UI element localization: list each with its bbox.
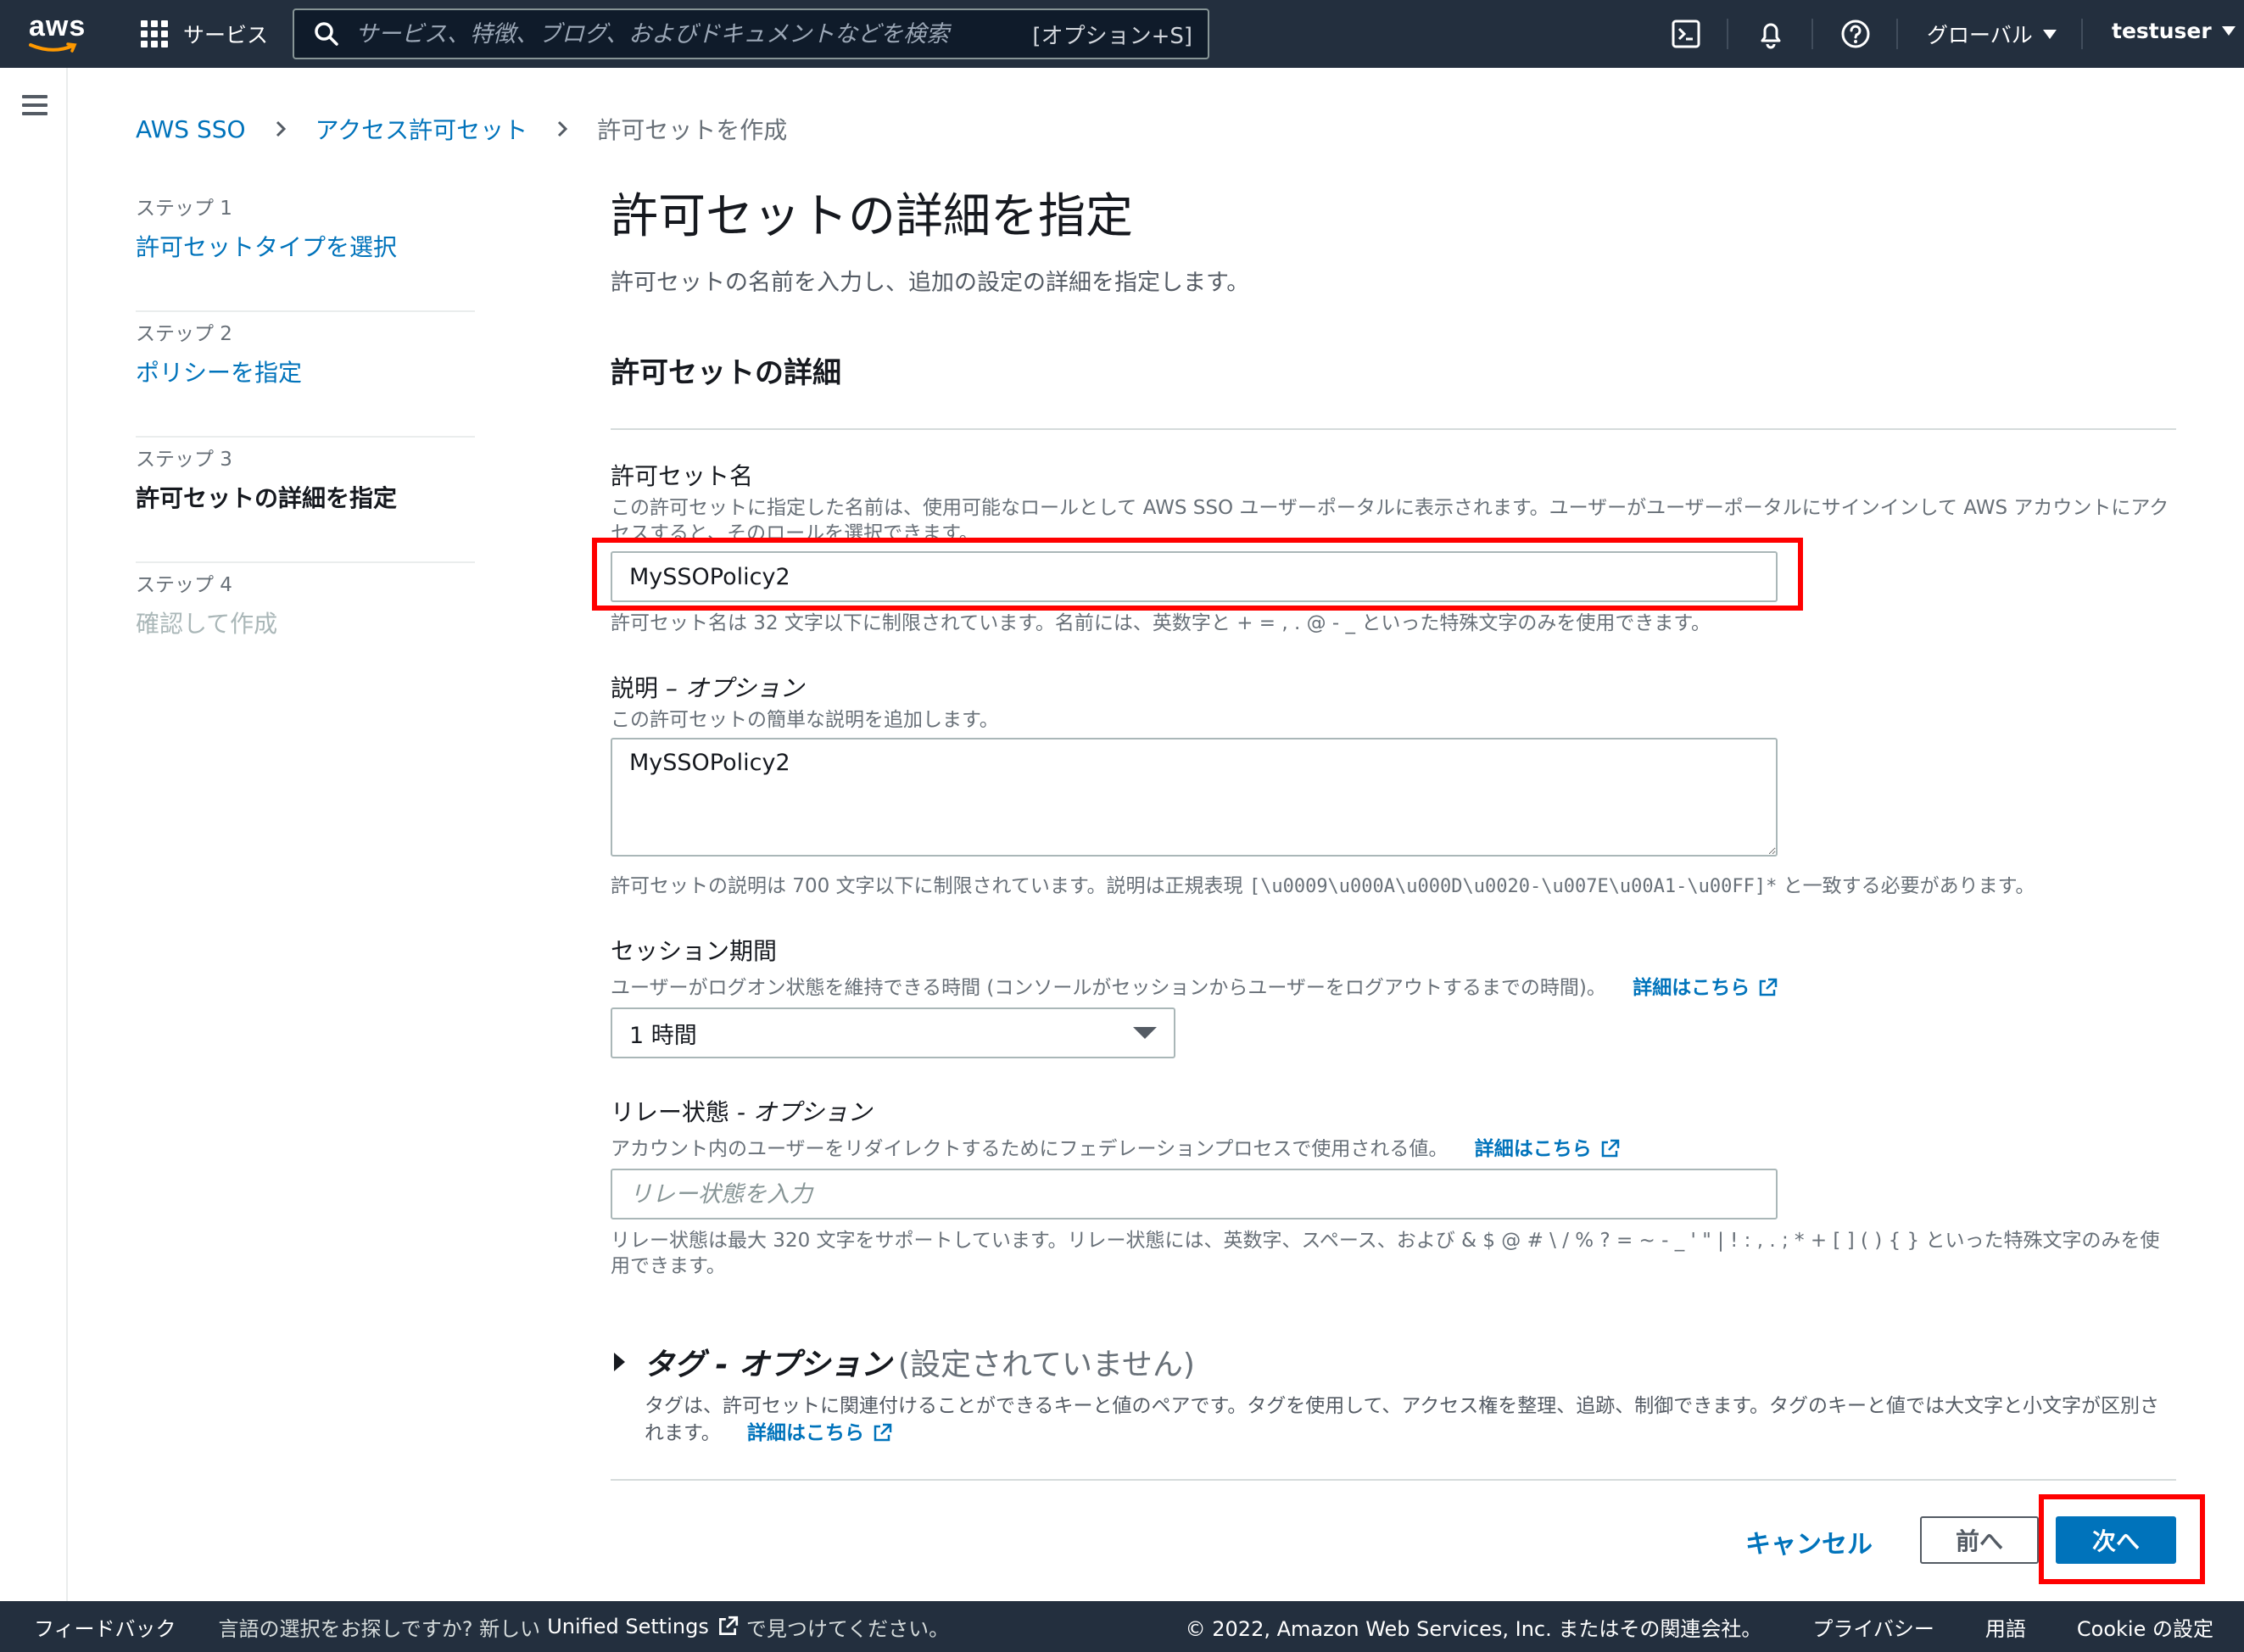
session-duration-select[interactable]: 1 時間	[611, 1007, 1175, 1058]
services-menu-button[interactable]: サービス	[141, 19, 268, 49]
name-constraint-text: 許可セット名は 32 文字以下に制限されています。名前には、英数字と + = ,…	[611, 612, 1711, 634]
wizard-step-2: ステップ 2 ポリシーを指定	[136, 317, 475, 438]
cloudshell-icon[interactable]	[1669, 17, 1703, 51]
privacy-link[interactable]: プライバシー	[1812, 1612, 1934, 1642]
hamburger-menu-icon[interactable]	[22, 95, 47, 115]
breadcrumb-current: 許可セットを作成	[597, 116, 788, 144]
tags-expand-toggle[interactable]: タグ - オプション (設定されていません)	[611, 1340, 2176, 1384]
field-description: この許可セットの簡単な説明を追加します。	[611, 709, 999, 731]
section-title: 許可セットの詳細	[611, 356, 841, 390]
field-label: 説明 – オプション	[611, 674, 804, 702]
page-title: 許可セットの詳細を指定	[611, 189, 1133, 244]
footer-links: © 2022, Amazon Web Services, Inc. またはその関…	[1186, 1612, 2213, 1642]
region-label: グローバル	[1927, 23, 2033, 47]
search-box[interactable]: [オプション+S]	[293, 8, 1209, 59]
field-label: セッション期間	[611, 937, 778, 965]
tags-title: タグ - オプション	[644, 1348, 892, 1382]
cancel-button[interactable]: キャンセル	[1745, 1523, 1873, 1560]
page-description: 許可セットの名前を入力し、追加の設定の詳細を指定します。	[611, 270, 1250, 296]
terms-link[interactable]: 用語	[1985, 1612, 2026, 1642]
relay-state-input[interactable]	[611, 1169, 1778, 1219]
previous-button[interactable]: 前へ	[1920, 1516, 2039, 1564]
footer: フィードバック 言語の選択をお探しですか? 新しい Unified Settin…	[0, 1601, 2244, 1652]
form-divider	[611, 1479, 2176, 1481]
unified-settings-link[interactable]: Unified Settings	[547, 1615, 709, 1638]
search-shortcut-hint: [オプション+S]	[1032, 23, 1192, 49]
learn-more-link[interactable]: 詳細はこちら	[1475, 1136, 1621, 1162]
user-label: testuser	[2112, 19, 2212, 43]
aws-logo[interactable]: aws	[29, 10, 87, 54]
tags-section: タグ - オプション (設定されていません) タグは、許可セットに関連付けること…	[611, 1340, 2176, 1447]
caret-down-icon	[2221, 26, 2236, 36]
step-current-specify-details: 許可セットの詳細を指定	[136, 484, 398, 512]
bell-icon[interactable]	[1754, 17, 1788, 51]
caret-down-icon	[1133, 1027, 1157, 1039]
aws-smile-icon	[29, 42, 77, 53]
description-constraint-text: 許可セットの説明は 700 文字以下に制限されています。説明は正規表現 [\u0…	[611, 875, 2035, 897]
wizard-step-3: ステップ 3 許可セットの詳細を指定	[136, 443, 475, 563]
relay-state-field: リレー状態 - オプション アカウント内のユーザーをリダイレクトするためにフェデ…	[611, 1094, 2176, 1162]
step-link-select-type[interactable]: 許可セットタイプを選択	[136, 229, 475, 263]
search-icon	[315, 22, 338, 46]
section-divider	[611, 428, 2176, 430]
breadcrumb-aws-sso[interactable]: AWS SSO	[136, 115, 246, 143]
relay-constraint-text: リレー状態は最大 320 文字をサポートしています。リレー状態には、英数字、スペ…	[611, 1230, 2160, 1277]
side-rail	[0, 68, 68, 1601]
main-content: 許可セットの詳細を指定 許可セットの名前を入力し、追加の設定の詳細を指定します。…	[611, 178, 2176, 430]
nav-separator	[1727, 19, 1728, 49]
help-icon[interactable]	[1839, 17, 1873, 51]
caret-right-icon	[614, 1353, 625, 1371]
step-number: ステップ 2	[136, 323, 232, 345]
nav-separator	[1811, 19, 1813, 49]
red-highlight-box	[2039, 1494, 2205, 1584]
description-textarea[interactable]: MySSOPolicy2	[611, 738, 1778, 857]
language-hint: 言語の選択をお探しですか? 新しい Unified Settings で見つけて…	[218, 1615, 950, 1641]
session-duration-field: セッション期間 ユーザーがログオン状態を維持できる時間 (コンソールがセッション…	[611, 933, 2176, 1001]
aws-logo-text: aws	[29, 10, 87, 42]
external-link-icon	[1759, 978, 1778, 996]
user-menu[interactable]: testuser	[2112, 19, 2236, 43]
step-number: ステップ 3	[136, 449, 232, 471]
nav-separator	[2081, 19, 2083, 49]
wizard-step-4: ステップ 4 確認して作成	[136, 568, 475, 689]
grid-icon	[141, 20, 168, 47]
red-highlight-box	[592, 538, 1803, 611]
description-field: 説明 – オプション この許可セットの簡単な説明を追加します。	[611, 670, 2176, 733]
learn-more-link[interactable]: 詳細はこちら	[747, 1420, 893, 1447]
copyright-text: © 2022, Amazon Web Services, Inc. またはその関…	[1185, 1616, 1762, 1641]
breadcrumb-permission-sets[interactable]: アクセス許可セット	[315, 112, 528, 146]
step-number: ステップ 4	[136, 574, 232, 596]
nav-separator	[1896, 19, 1898, 49]
step-number: ステップ 1	[136, 198, 232, 220]
learn-more-link[interactable]: 詳細はこちら	[1633, 975, 1778, 1001]
step-review-create: 確認して作成	[136, 610, 278, 638]
cookie-settings-link[interactable]: Cookie の設定	[2077, 1612, 2213, 1642]
field-description: アカウント内のユーザーをリダイレクトするためにフェデレーションプロセスで使用され…	[611, 1136, 2176, 1162]
chevron-right-icon	[558, 120, 568, 137]
step-link-specify-policy[interactable]: ポリシーを指定	[136, 354, 475, 388]
search-input[interactable]	[340, 10, 1033, 58]
permission-set-name-field: 許可セット名 この許可セットに指定した名前は、使用可能なロールとして AWS S…	[611, 458, 2176, 546]
chevron-right-icon	[276, 120, 286, 137]
region-selector[interactable]: グローバル	[1927, 19, 2057, 49]
wizard-step-1: ステップ 1 許可セットタイプを選択	[136, 192, 475, 312]
tags-description: タグは、許可セットに関連付けることができるキーと値のペアです。タグを使用して、ア…	[645, 1392, 2176, 1447]
top-navigation: aws サービス [オプション+S] グローバル	[0, 0, 2244, 68]
breadcrumb: AWS SSO アクセス許可セット 許可セットを作成	[136, 112, 787, 146]
feedback-link[interactable]: フィードバック	[34, 1612, 176, 1642]
session-duration-value: 1 時間	[629, 1022, 697, 1049]
tags-status: (設定されていません)	[898, 1348, 1195, 1382]
external-link-icon	[1601, 1139, 1619, 1158]
external-link-icon	[874, 1423, 892, 1442]
field-label: リレー状態 - オプション	[611, 1098, 872, 1126]
external-link-icon	[718, 1616, 738, 1635]
caret-down-icon	[2042, 29, 2057, 39]
wizard-steps: ステップ 1 許可セットタイプを選択 ステップ 2 ポリシーを指定 ステップ 3…	[136, 188, 475, 689]
field-label: 許可セット名	[611, 462, 754, 490]
services-label: サービス	[183, 23, 269, 47]
field-description: ユーザーがログオン状態を維持できる時間 (コンソールがセッションからユーザーをロ…	[611, 975, 2176, 1001]
